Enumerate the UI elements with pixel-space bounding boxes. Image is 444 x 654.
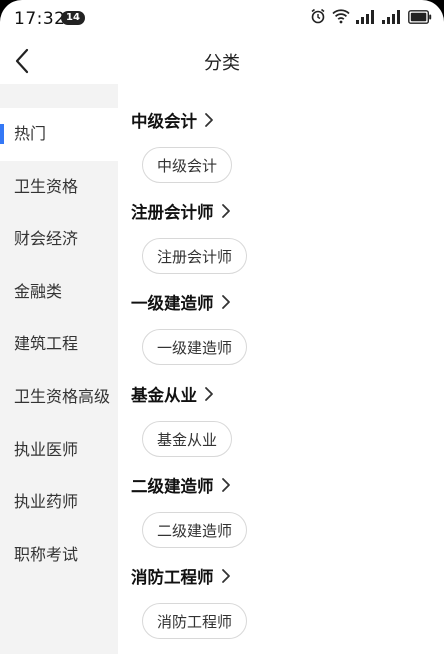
sidebar-item-label: 财会经济 xyxy=(14,229,79,249)
sidebar-item-hot[interactable]: 热门 xyxy=(0,108,118,161)
category-section: 中级会计 中级会计 xyxy=(118,84,444,183)
exam-chip[interactable]: 消防工程师 xyxy=(142,602,248,639)
category-section: 二级建造师 二级建造师 xyxy=(118,449,444,548)
chevron-right-icon xyxy=(205,113,213,127)
chevron-right-icon xyxy=(221,569,230,583)
category-header[interactable]: 基金从业 xyxy=(131,382,214,406)
chevron-right-icon xyxy=(221,477,230,492)
category-title: 中级会计 xyxy=(131,112,197,131)
sidebar-item-finance-economics[interactable]: 财会经济 xyxy=(0,213,118,266)
category-header[interactable]: 注册会计师 xyxy=(131,199,231,223)
sidebar-item-label: 卫生资格高级 xyxy=(14,386,111,406)
chevron-right-icon xyxy=(221,204,230,219)
wifi-icon xyxy=(332,8,350,28)
category-header[interactable]: 二级建造师 xyxy=(131,473,231,497)
category-title: 基金从业 xyxy=(131,385,197,405)
notification-badge: 14 xyxy=(61,11,85,25)
category-section: 一级建造师 一级建造师 xyxy=(118,266,444,366)
status-time: 17:32 xyxy=(14,9,66,29)
app-screen: 17:32 14 分类 热门 卫生资格 财会经济 金融类 建筑工程 卫生资格高级… xyxy=(0,0,444,654)
category-header[interactable]: 一级建造师 xyxy=(131,290,231,314)
sidebar-item-title-exam[interactable]: 职称考试 xyxy=(0,529,118,582)
category-title: 消防工程师 xyxy=(131,567,214,587)
sidebar-item-finance[interactable]: 金融类 xyxy=(0,266,118,319)
sidebar-item-physician[interactable]: 执业医师 xyxy=(0,424,118,477)
category-sidebar: 热门 卫生资格 财会经济 金融类 建筑工程 卫生资格高级 执业医师 执业药师 职… xyxy=(0,84,118,654)
sidebar-item-label: 职称考试 xyxy=(14,544,79,564)
sidebar-item-label: 卫生资格 xyxy=(14,176,79,196)
sidebar-item-health-qualification[interactable]: 卫生资格 xyxy=(0,161,118,214)
battery-icon xyxy=(408,9,432,28)
sidebar-item-health-senior[interactable]: 卫生资格高级 xyxy=(0,371,118,424)
chevron-right-icon xyxy=(205,386,213,401)
category-section: 注册会计师 注册会计师 xyxy=(118,175,444,275)
category-header[interactable]: 消防工程师 xyxy=(131,564,231,588)
page-title: 分类 xyxy=(204,53,240,74)
chevron-right-icon xyxy=(221,295,230,310)
signal-icon xyxy=(382,9,402,28)
signal-icon xyxy=(356,9,376,28)
status-bar: 17:32 14 xyxy=(0,0,444,36)
navigation-bar: 分类 xyxy=(0,36,444,84)
category-title: 注册会计师 xyxy=(131,203,214,223)
category-content: 中级会计 中级会计 注册会计师 注册会计师 一级建造师 一级建造师 基金从业 基… xyxy=(118,84,444,654)
category-title: 一级建造师 xyxy=(131,294,214,314)
sidebar-item-pharmacist[interactable]: 执业药师 xyxy=(0,476,118,529)
sidebar-item-label: 建筑工程 xyxy=(14,334,79,354)
category-section: 消防工程师 消防工程师 xyxy=(118,540,444,639)
sidebar-item-label: 执业医师 xyxy=(14,439,79,459)
alarm-icon xyxy=(310,8,326,28)
sidebar-item-label: 热门 xyxy=(14,124,47,143)
status-icons xyxy=(310,8,432,28)
sidebar-item-label: 执业药师 xyxy=(14,492,79,512)
sidebar-item-label: 金融类 xyxy=(14,281,63,301)
category-title: 二级建造师 xyxy=(131,476,214,496)
category-header[interactable]: 中级会计 xyxy=(131,108,214,132)
sidebar-item-construction[interactable]: 建筑工程 xyxy=(0,318,118,371)
category-section: 基金从业 基金从业 xyxy=(118,358,444,457)
